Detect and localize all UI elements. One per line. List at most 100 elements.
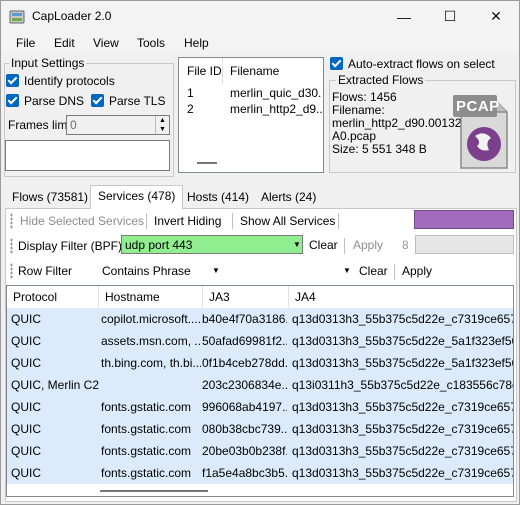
services-toolbar: Hide Selected Services Invert Hiding Sho… (6, 209, 411, 233)
table-row[interactable]: QUIC th.bing.com, th.bi... 0f1b4ceb278dd… (7, 352, 513, 374)
grid-horizontal-scrollbar[interactable] (100, 490, 208, 492)
caploader-app-icon (9, 10, 25, 24)
tab-services[interactable]: Services (478) (90, 185, 184, 209)
invert-hiding-button[interactable]: Invert Hiding (154, 214, 221, 228)
services-grid[interactable]: Protocol Hostname JA3 JA4 QUIC copilot.m… (6, 285, 514, 497)
toolbar-grip[interactable] (10, 213, 13, 229)
row-filter-clear-button[interactable]: Clear (359, 264, 388, 278)
menu-edit[interactable]: Edit (54, 36, 75, 50)
chevron-down-icon[interactable]: ▼ (343, 266, 351, 275)
column-header-ja3[interactable]: JA3 (203, 286, 289, 307)
toolbar-grip[interactable] (10, 263, 13, 279)
minimize-button[interactable]: — (381, 1, 427, 32)
table-row[interactable]: QUIC fonts.gstatic.com 996068ab4197... q… (7, 396, 513, 418)
column-header-ja4[interactable]: JA4 (289, 286, 513, 307)
ja3-cell: 0f1b4ceb278dd... (202, 356, 287, 370)
ja4-cell: q13d0313h3_55b375c5d22e_c7319ce65786 (292, 466, 513, 480)
table-row[interactable]: QUIC fonts.gstatic.com 080b38cbc739... q… (7, 418, 513, 440)
ja4-cell: q13d0313h3_55b375c5d22e_c7319ce65786 (292, 422, 513, 436)
frames-limit-stepper[interactable]: 0 ▲ ▼ (66, 115, 170, 135)
chevron-down-icon[interactable]: ▼ (212, 266, 220, 275)
spin-up-icon[interactable]: ▲ (155, 116, 169, 125)
hostname-cell: th.bing.com, th.bi... (101, 356, 201, 370)
hostname-cell: assets.msn.com, ... (101, 334, 201, 348)
tab-flows[interactable]: Flows (73581) (5, 187, 95, 208)
file-id-cell: 1 (187, 86, 194, 100)
menu-view[interactable]: View (93, 36, 119, 50)
file-list-scrollbar[interactable] (197, 162, 217, 164)
extracted-filename-line2: A0.pcap (332, 129, 377, 143)
parse-dns-checkbox[interactable] (6, 94, 19, 107)
input-drop-area[interactable] (5, 140, 170, 171)
filter-count: 8 (402, 238, 409, 252)
filename-cell[interactable]: merlin_http2_d9... (230, 102, 322, 116)
toolbar-separator (344, 238, 345, 254)
toolbar-separator (232, 213, 233, 229)
row-filter-apply-button[interactable]: Apply (402, 264, 432, 278)
display-filter-label: Display Filter (BPF) (18, 239, 123, 253)
show-all-services-button[interactable]: Show All Services (240, 214, 335, 228)
ja3-cell: 50afad69981f2... (202, 334, 287, 348)
input-settings-title: Input Settings (9, 56, 87, 70)
pcap-file-icon[interactable]: PCAP (451, 92, 511, 170)
row-filter-mode-select[interactable]: Contains Phrase (102, 264, 191, 278)
ja4-cell: q13d0313h3_55b375c5d22e_5a1f323ef56d (292, 356, 513, 370)
extracted-flows-title: Extracted Flows (336, 73, 426, 87)
identify-protocols-checkbox[interactable] (6, 74, 19, 87)
protocol-cell: QUIC (11, 334, 41, 348)
ja3-cell: 203c2306834e... (202, 378, 287, 392)
file-id-header[interactable]: File ID (187, 64, 222, 78)
filename-cell[interactable]: merlin_quic_d30... (230, 86, 322, 100)
toolbar-separator (394, 264, 395, 280)
protocol-cell: QUIC (11, 312, 41, 326)
protocol-cell: QUIC (11, 400, 41, 414)
ja3-cell: 20be03b0b238f... (202, 444, 287, 458)
protocol-cell: QUIC (11, 356, 41, 370)
hide-selected-services-button[interactable]: Hide Selected Services (20, 214, 144, 228)
tab-hosts[interactable]: Hosts (414) (180, 187, 256, 208)
frames-limit-label: Frames limit (8, 118, 74, 132)
ja4-cell: q13d0313h3_55b375c5d22e_5a1f323ef56d, q (292, 334, 513, 348)
spin-down-icon[interactable]: ▼ (155, 125, 169, 134)
parse-tls-label: Parse TLS (109, 94, 166, 108)
hostname-cell: copilot.microsoft.... (101, 312, 201, 326)
bpf-filter-input[interactable]: udp port 443 (121, 235, 303, 254)
identify-protocols-label: Identify protocols (24, 74, 115, 88)
toolbar-separator (146, 213, 147, 229)
menu-bar: File Edit View Tools Help (1, 32, 519, 54)
ja4-cell: q13d0313h3_55b375c5d22e_c7319ce65786 (292, 312, 513, 326)
caploader-window: CapLoader 2.0 — ☐ ✕ File Edit View Tools… (0, 0, 520, 505)
ja4-cell: q13d0313h3_55b375c5d22e_c7319ce65786 (292, 444, 513, 458)
tab-alerts[interactable]: Alerts (24) (254, 187, 323, 208)
maximize-button[interactable]: ☐ (427, 1, 473, 32)
filename-header[interactable]: Filename (230, 64, 279, 78)
table-row[interactable]: QUIC assets.msn.com, ... 50afad69981f2..… (7, 330, 513, 352)
title-bar[interactable]: CapLoader 2.0 — ☐ ✕ (1, 1, 519, 32)
table-row[interactable]: QUIC fonts.gstatic.com 20be03b0b238f... … (7, 440, 513, 462)
hostname-cell: fonts.gstatic.com (101, 400, 192, 414)
auto-extract-checkbox[interactable] (330, 57, 343, 70)
row-filter-input[interactable] (221, 261, 351, 280)
menu-file[interactable]: File (16, 36, 35, 50)
column-header-protocol[interactable]: Protocol (7, 286, 99, 307)
bpf-clear-button[interactable]: Clear (309, 238, 338, 252)
window-title: CapLoader 2.0 (32, 9, 112, 23)
menu-tools[interactable]: Tools (137, 36, 165, 50)
toolbar-grip[interactable] (10, 238, 13, 254)
menu-help[interactable]: Help (184, 36, 209, 50)
table-row[interactable]: QUIC, Merlin C2 203c2306834e... q13i0311… (7, 374, 513, 396)
filter-progress-bar (415, 235, 514, 254)
ja3-cell: 080b38cbc739... (202, 422, 287, 436)
flows-count: Flows: 1456 (332, 90, 397, 104)
column-header-hostname[interactable]: Hostname (99, 286, 203, 307)
table-row[interactable]: QUIC copilot.microsoft.... b40e4f70a3186… (7, 308, 513, 330)
bpf-apply-button[interactable]: Apply (353, 238, 383, 252)
close-button[interactable]: ✕ (473, 1, 519, 32)
services-progress-bar (414, 210, 514, 229)
minimize-icon: — (397, 8, 411, 25)
table-row[interactable]: QUIC fonts.gstatic.com f1a5e4a8bc3b5... … (7, 462, 513, 484)
ja3-cell: 996068ab4197... (202, 400, 287, 414)
file-list[interactable]: File ID Filename 1 merlin_quic_d30... 2 … (178, 57, 324, 173)
parse-tls-checkbox[interactable] (91, 94, 104, 107)
chevron-down-icon[interactable]: ▼ (293, 240, 301, 249)
